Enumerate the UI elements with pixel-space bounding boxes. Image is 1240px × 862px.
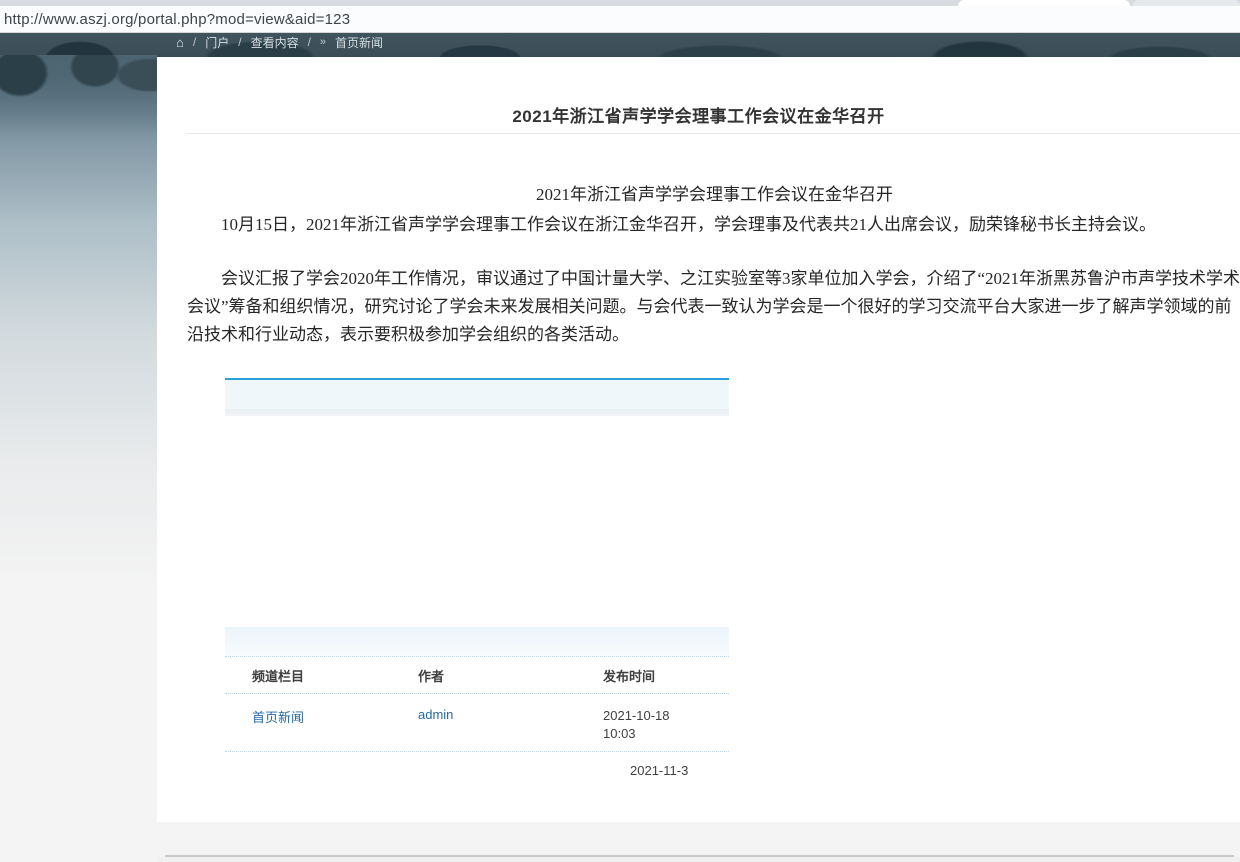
treeline-image-left [0, 55, 157, 135]
header-author: 作者 [418, 668, 445, 684]
article-paragraph-1: 10月15日，2021年浙江省声学学会理事工作会议在浙江金华召开，学会理事及代表… [221, 215, 1156, 234]
channel-link[interactable]: 首页新闻 [252, 710, 304, 725]
table-row: 2021-11-3 [225, 766, 729, 800]
breadcrumb-item-portal[interactable]: 门户 [205, 34, 229, 51]
article-meta-table: 频道栏目 作者 发布时间 首页新闻 admin 2021-10-18 10:03… [225, 627, 729, 800]
publish-time-value: 2021-10-18 10:03 [603, 707, 702, 743]
article-body: 2021年浙江省声学学会理事工作会议在金华召开 10月15日，2021年浙江省声… [187, 180, 1240, 349]
rating-box [225, 378, 729, 416]
author-link[interactable]: admin [418, 707, 453, 722]
page-title: 2021年浙江省声学学会理事工作会议在金华召开 [512, 107, 885, 126]
header-channel: 频道栏目 [252, 668, 305, 684]
title-divider [186, 133, 1240, 134]
breadcrumb-separator: / [192, 35, 197, 49]
article-panel: 2021年浙江省声学学会理事工作会议在金华召开 2021年浙江省声学学会理事工作… [157, 57, 1240, 822]
breadcrumb: ⌂ / 门户 / 查看内容 / » 首页新闻 [176, 33, 383, 51]
meta-table-top-band [225, 627, 729, 656]
breadcrumb-separator: / [307, 35, 311, 49]
table-row: 首页新闻 admin 2021-10-18 10:03 [225, 694, 729, 751]
publish-clock: 10:03 [603, 726, 636, 741]
breadcrumb-item-view[interactable]: 查看内容 [251, 34, 299, 51]
chevron-right-icon: » [319, 36, 327, 48]
breadcrumb-separator: / [238, 35, 242, 49]
header-publish-time: 发布时间 [603, 668, 656, 684]
home-icon[interactable]: ⌂ [176, 35, 184, 50]
url-text[interactable]: http://www.aszj.org/portal.php?mod=view&… [4, 11, 350, 28]
meta-table-header-row: 频道栏目 作者 发布时间 [225, 657, 729, 693]
publish-date: 2021-10-18 [603, 708, 670, 723]
rating-box-header [225, 378, 729, 409]
article-body-heading: 2021年浙江省声学学会理事工作会议在金华召开 [536, 185, 893, 204]
publish-time-value-clipped: 2021-11-3 [630, 766, 729, 780]
dotted-divider [225, 751, 729, 752]
breadcrumb-item-channel[interactable]: 首页新闻 [335, 34, 383, 51]
url-bar[interactable]: http://www.aszj.org/portal.php?mod=view&… [0, 6, 1240, 33]
article-paragraph-2: 会议汇报了学会2020年工作情况，审议通过了中国计量大学、之江实验室等3家单位加… [187, 269, 1240, 344]
publish-date: 2021-11-3 [630, 766, 689, 778]
footer-sub-strip [157, 857, 1240, 862]
rating-box-footer-strip [225, 409, 729, 416]
